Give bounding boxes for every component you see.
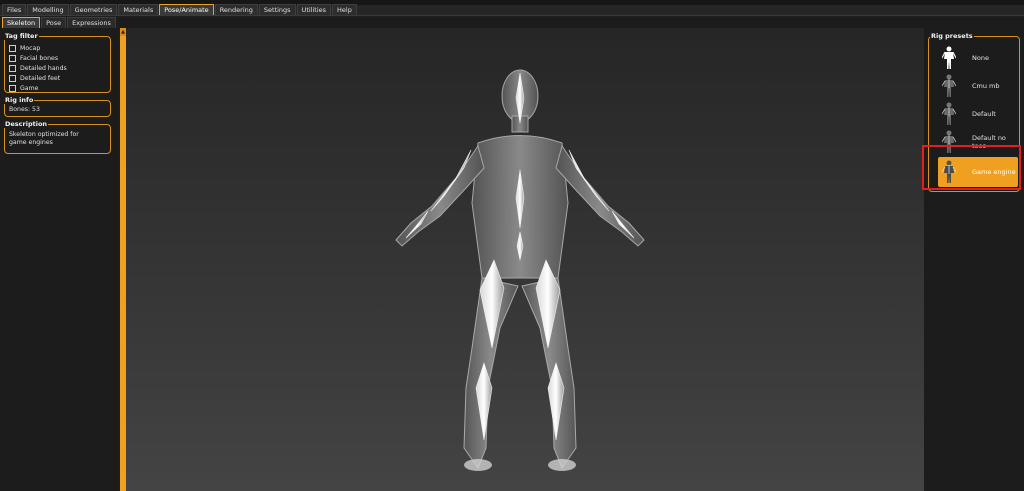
skeleton-thumb-icon [938,101,960,127]
preset-label: Cmu mb [972,82,1000,90]
tag-filter-game[interactable]: Game [9,83,106,93]
tab-geometries[interactable]: Geometries [69,4,118,15]
preset-default[interactable]: Default [938,101,1018,127]
human-model-figure [395,69,645,471]
preset-label: None [972,54,989,62]
main-menu-bar: Files Modelling Geometries Materials Pos… [0,4,1024,16]
tab-files[interactable]: Files [2,4,27,15]
tab-help[interactable]: Help [332,4,357,15]
checkbox[interactable] [9,64,16,72]
tag-filter-title: Tag filter [4,32,39,40]
figure-white-icon [938,45,960,71]
checkbox[interactable] [9,44,16,52]
tab-skeleton[interactable]: Skeleton [2,17,41,28]
tab-expressions[interactable]: Expressions [67,17,116,28]
sub-tab-bar: Skeleton Pose Expressions [0,17,1024,28]
description-title: Description [4,120,49,128]
tab-settings[interactable]: Settings [258,4,296,15]
checkbox-label: Facial bones [20,54,59,62]
tag-filter-detailed-hands[interactable]: Detailed hands [9,63,106,73]
preset-label: Default [972,110,996,118]
bones-count: Bones: 53 [9,106,40,113]
tag-filter-detailed-feet[interactable]: Detailed feet [9,73,106,83]
checkbox-label: Game [20,84,39,92]
left-panel: Mocap Facial bones Detailed hands Detail… [0,28,119,491]
rig-presets-title: Rig presets [930,32,974,40]
selection-highlight-box [922,145,1021,190]
checkbox-label: Mocap [20,44,41,52]
tab-pose[interactable]: Pose [41,17,67,28]
tab-utilities[interactable]: Utilities [296,4,332,15]
checkbox-label: Detailed feet [20,74,61,82]
description-text: Skeleton optimized for game engines [9,131,79,146]
checkbox[interactable] [9,74,16,82]
right-panel: None Cmu mb Default Default no toes Game… [924,28,1024,491]
tag-filter-mocap[interactable]: Mocap [9,43,106,53]
tab-rendering[interactable]: Rendering [214,4,258,15]
checkbox[interactable] [9,84,16,92]
tag-filter-facial-bones[interactable]: Facial bones [9,53,106,63]
rig-info-title: Rig info [4,96,35,104]
checkbox-label: Detailed hands [20,64,67,72]
preset-cmu-mb[interactable]: Cmu mb [938,73,1018,99]
tab-pose-animate[interactable]: Pose/Animate [159,4,214,15]
skeleton-thumb-icon [938,73,960,99]
description-group: Skeleton optimized for game engines [4,124,111,154]
3d-viewport[interactable] [126,28,924,491]
tab-materials[interactable]: Materials [118,4,159,15]
checkbox[interactable] [9,54,16,62]
tab-modelling[interactable]: Modelling [27,4,69,15]
tag-filter-group: Mocap Facial bones Detailed hands Detail… [4,36,111,93]
preset-none[interactable]: None [938,45,1018,71]
